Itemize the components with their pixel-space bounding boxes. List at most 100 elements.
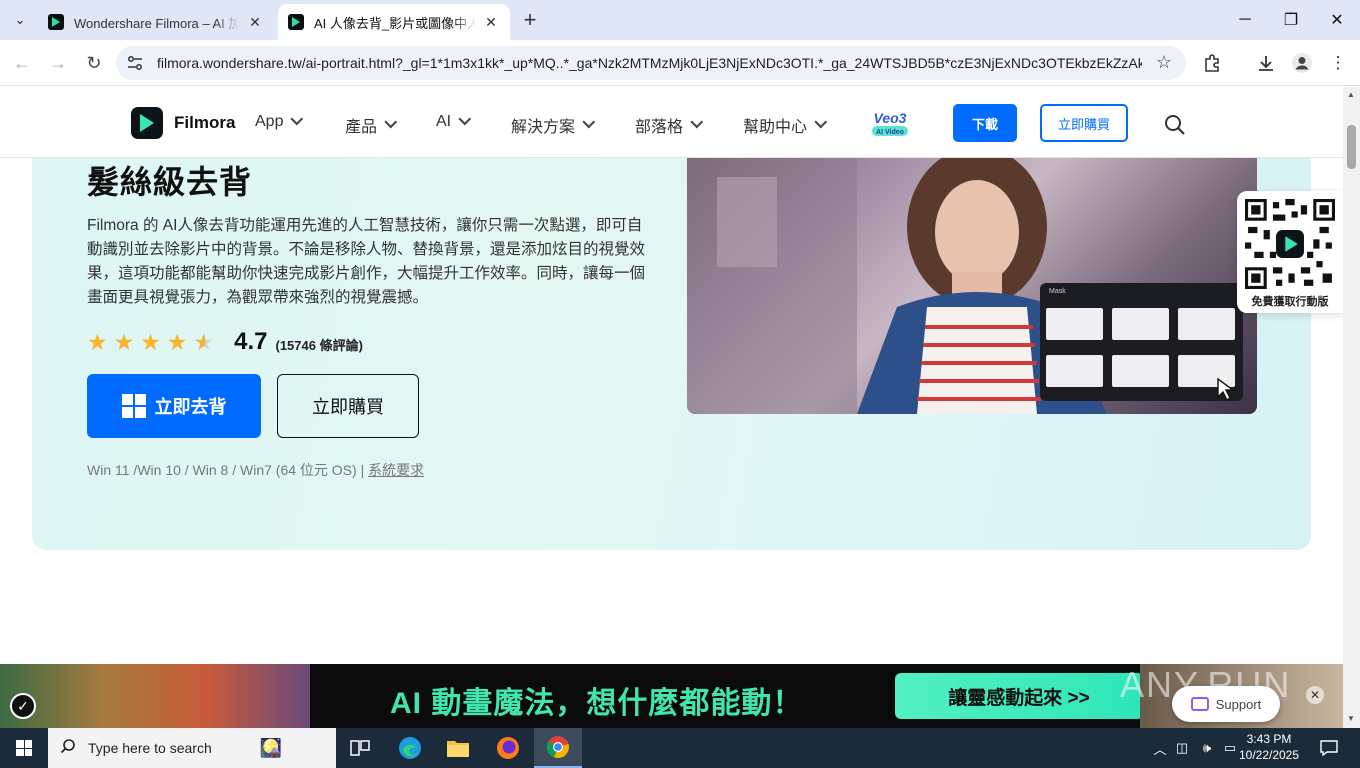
scroll-down-icon[interactable]: ▼ xyxy=(1347,714,1355,723)
support-button[interactable]: Support xyxy=(1172,686,1280,722)
mask-panel-title: Mask xyxy=(1049,288,1066,295)
windows-logo-icon xyxy=(121,394,146,418)
reload-icon[interactable]: ↻ xyxy=(82,51,106,75)
address-bar[interactable]: filmora.wondershare.tw/ai-portrait.html?… xyxy=(116,46,1186,80)
chat-icon xyxy=(1190,697,1209,711)
chevron-down-icon xyxy=(814,115,828,128)
cursor-icon xyxy=(1217,377,1236,401)
promo-banner[interactable]: ✓ AI 動畫魔法，想什麼都能動！ 讓靈感動起來 >> ANY.RUN Supp… xyxy=(0,664,1343,728)
system-info: Win 11 /Win 10 / Win 8 / Win7 (64 位元 OS)… xyxy=(87,460,424,480)
filmora-favicon-icon xyxy=(48,14,64,30)
hero-title: 髮絲級去背 xyxy=(87,164,253,200)
scroll-up-icon[interactable]: ▲ xyxy=(1347,90,1355,99)
buy-now-button[interactable]: 立即購買 xyxy=(277,374,419,438)
network-icon[interactable]: ▭ xyxy=(1220,728,1240,768)
remove-background-button[interactable]: 立即去背 xyxy=(87,374,261,438)
chevron-down-icon xyxy=(290,112,304,125)
banner-cta-button[interactable]: 讓靈感動起來 >> xyxy=(895,673,1143,719)
clock-time: 3:43 PM xyxy=(1246,732,1292,746)
chevron-down-icon xyxy=(458,112,472,125)
tab-close-icon[interactable]: ✕ xyxy=(482,14,500,31)
forward-arrow-icon[interactable]: → xyxy=(46,51,70,75)
half-star-icon: ★ xyxy=(193,329,215,355)
firefox-icon[interactable] xyxy=(484,728,532,768)
tab-search-menu-button[interactable]: ⌄ xyxy=(8,8,32,32)
mask-thumbnail xyxy=(1046,355,1103,387)
url-text[interactable]: filmora.wondershare.tw/ai-portrait.html?… xyxy=(157,55,1142,71)
task-view-icon[interactable] xyxy=(336,728,384,768)
tab-close-icon[interactable]: ✕ xyxy=(246,14,264,31)
mask-thumbnail xyxy=(1112,355,1169,387)
search-placeholder: Type here to search xyxy=(88,740,212,756)
chevron-down-icon xyxy=(582,115,596,128)
tab-filmora-home[interactable]: Wondershare Filmora – AI 加持影片編輯 ✕ xyxy=(38,4,274,40)
star-icon: ★ xyxy=(140,329,161,355)
edge-browser-icon[interactable] xyxy=(386,728,434,768)
taskbar-search-box[interactable]: Type here to search 🎑 xyxy=(48,728,336,768)
file-explorer-icon[interactable] xyxy=(434,728,482,768)
nav-label: 部落格 xyxy=(635,119,684,136)
filmora-logo[interactable]: Filmora xyxy=(131,107,235,139)
nav-item-products[interactable]: 產品 xyxy=(345,113,398,137)
nav-item-ai[interactable]: AI xyxy=(436,112,472,131)
tab-title: AI 人像去背_影片或圖像中人物去背 xyxy=(314,15,476,31)
rating-row: ★ ★ ★ ★ ★ 4.7 (15746 條評論) xyxy=(87,328,363,356)
notifications-icon[interactable] xyxy=(1314,728,1344,768)
banner-close-icon[interactable]: ✕ xyxy=(1306,686,1324,704)
page-scrollbar[interactable]: ▲ ▼ xyxy=(1343,87,1360,728)
tray-network-adapter-icon[interactable]: ◫ xyxy=(1172,728,1192,768)
extensions-icon[interactable] xyxy=(1200,51,1224,75)
scroll-thumb[interactable] xyxy=(1347,125,1356,169)
download-button[interactable]: 下載 xyxy=(953,104,1017,142)
os-compatibility-text: Win 11 /Win 10 / Win 8 / Win7 (64 位元 OS)… xyxy=(87,462,369,478)
filmora-logo-icon xyxy=(131,107,163,139)
tray-overflow-icon[interactable]: ︿ xyxy=(1150,728,1170,768)
close-window-button[interactable]: ✕ xyxy=(1314,0,1360,40)
system-requirements-link[interactable]: 系統要求 xyxy=(368,462,424,478)
minimize-button[interactable]: ─ xyxy=(1222,0,1268,40)
chevron-down-icon xyxy=(690,115,704,128)
site-info-icon[interactable] xyxy=(126,54,144,72)
search-icon xyxy=(48,738,88,759)
windows-taskbar: Type here to search 🎑 ︿ ◫ 🕪 ▭ 3:43 PM 10… xyxy=(0,728,1360,768)
hero-preview-image: Mask xyxy=(687,157,1257,414)
downloads-icon[interactable] xyxy=(1254,51,1278,75)
nav-item-app[interactable]: App xyxy=(255,112,304,131)
clock-date: 10/22/2025 xyxy=(1238,748,1300,762)
mask-thumbnail xyxy=(1178,308,1235,340)
page-viewport: 髮絲級去背 Filmora 的 AI人像去背功能運用先進的人工智慧技術，讓你只需… xyxy=(0,87,1343,728)
qr-card[interactable]: 免費獲取行動版 xyxy=(1237,191,1343,313)
browser-menu-icon[interactable]: ⋮ xyxy=(1326,51,1350,75)
mask-thumbnail xyxy=(1046,308,1103,340)
qr-label: 免費獲取行動版 xyxy=(1251,296,1329,308)
system-clock[interactable]: 3:43 PM 10/22/2025 xyxy=(1238,731,1300,763)
volume-icon[interactable]: 🕪 xyxy=(1196,728,1218,768)
remove-background-label: 立即去背 xyxy=(154,397,227,417)
banner-artwork xyxy=(0,664,310,728)
start-button[interactable] xyxy=(0,728,48,768)
support-label: Support xyxy=(1215,696,1262,712)
site-header: Filmora App 產品 AI 解決方案 部落格 幫助中心 Veo3 AI … xyxy=(0,87,1343,158)
nav-item-solutions[interactable]: 解決方案 xyxy=(511,113,596,137)
star-icon: ★ xyxy=(87,329,108,355)
search-icon[interactable] xyxy=(1164,114,1186,136)
header-buy-button[interactable]: 立即購買 xyxy=(1040,104,1128,142)
back-arrow-icon[interactable]: ← xyxy=(10,51,34,75)
nav-item-blog[interactable]: 部落格 xyxy=(635,113,704,137)
veo3-badge[interactable]: Veo3 AI Video xyxy=(860,109,920,137)
bookmark-star-icon[interactable]: ☆ xyxy=(1156,52,1172,73)
veo3-badge-bottom: AI Video xyxy=(876,129,904,136)
qr-code-icon xyxy=(1245,199,1335,289)
new-tab-button[interactable]: + xyxy=(518,9,542,33)
maximize-button[interactable]: ❐ xyxy=(1268,0,1314,40)
nav-item-help-center[interactable]: 幫助中心 xyxy=(743,113,828,137)
verified-check-icon: ✓ xyxy=(10,693,36,719)
veo3-badge-graphic: Veo3 AI Video xyxy=(872,110,908,136)
chrome-icon[interactable] xyxy=(534,728,582,768)
mask-panel: Mask xyxy=(1040,283,1243,401)
profile-avatar-icon[interactable] xyxy=(1290,51,1314,75)
star-icon: ★ xyxy=(166,329,188,355)
nav-label: AI xyxy=(436,113,452,130)
browser-toolbar: ← → ↻ filmora.wondershare.tw/ai-portrait… xyxy=(0,40,1360,86)
tab-ai-portrait[interactable]: AI 人像去背_影片或圖像中人物去背 ✕ xyxy=(278,4,510,40)
